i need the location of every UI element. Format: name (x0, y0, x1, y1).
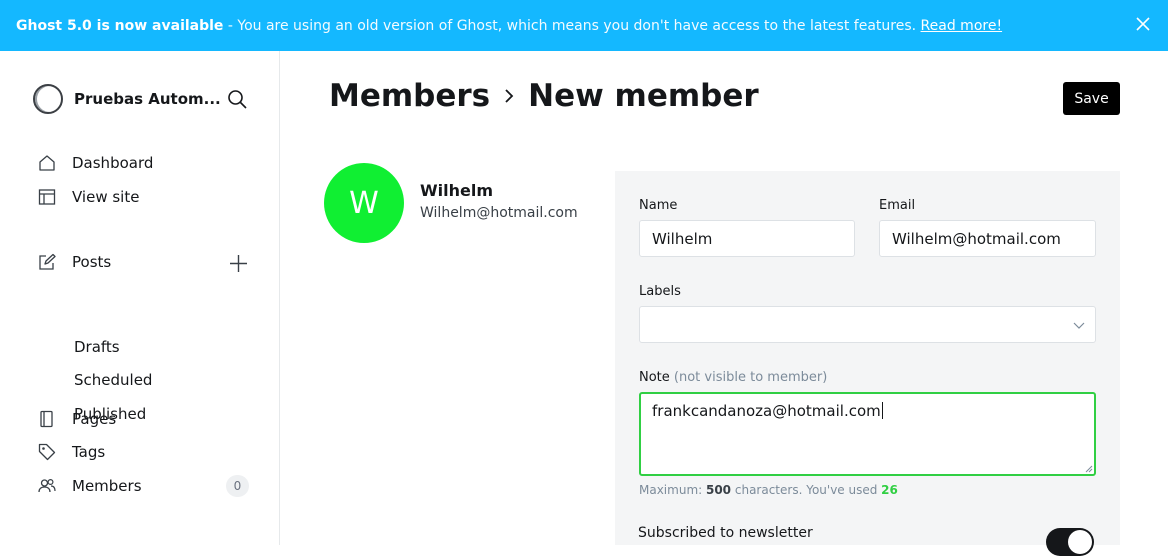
search-icon[interactable] (227, 89, 247, 109)
labels-select[interactable] (639, 306, 1096, 343)
sidebar-item-members[interactable]: Members (38, 474, 142, 498)
sidebar-item-tags[interactable]: Tags (38, 440, 105, 464)
members-icon (38, 478, 56, 493)
banner-message: - You are using an old version of Ghost,… (223, 17, 921, 34)
breadcrumb: Members New member (329, 78, 759, 114)
hint-used: 26 (881, 483, 898, 497)
save-button[interactable]: Save (1063, 82, 1120, 115)
sidebar-item-label: Dashboard (72, 154, 154, 172)
note-value: frankcandanoza@hotmail.com (652, 402, 881, 420)
close-icon[interactable] (1136, 17, 1150, 31)
name-label: Name (639, 198, 678, 213)
breadcrumb-members-link[interactable]: Members (329, 78, 490, 114)
banner-title: Ghost 5.0 is now available (16, 17, 224, 34)
sidebar-item-view-site[interactable]: View site (38, 185, 139, 209)
sidebar-item-drafts[interactable]: Drafts (74, 338, 120, 356)
sidebar: Pruebas Autom... Dashboard View site Pos… (0, 51, 280, 545)
toggle-knob (1068, 530, 1092, 554)
site-logo-icon (33, 84, 63, 114)
sidebar-item-pages[interactable]: Pages (38, 407, 116, 431)
note-label: Note (not visible to member) (639, 370, 827, 385)
hint-max: 500 (705, 483, 732, 497)
sidebar-item-label: Members (72, 477, 142, 495)
site-name: Pruebas Autom... (74, 90, 221, 108)
hint-prefix: Maximum: (639, 483, 706, 497)
update-banner: Ghost 5.0 is now available - You are usi… (0, 0, 1168, 51)
note-textarea[interactable]: frankcandanoza@hotmail.com (639, 392, 1096, 476)
member-name: Wilhelm (420, 181, 494, 200)
newsletter-label: Subscribed to newsletter (638, 525, 813, 541)
sidebar-item-label: Posts (72, 253, 112, 271)
note-label-hint: (not visible to member) (673, 370, 828, 385)
page-icon (40, 410, 53, 428)
tag-icon (38, 443, 56, 461)
members-count-badge: 0 (226, 475, 249, 497)
email-label: Email (879, 198, 916, 213)
sidebar-item-label: Tags (72, 443, 106, 461)
chevron-down-icon (1073, 322, 1085, 329)
note-char-count: Maximum: 500 characters. You've used 26 (639, 483, 898, 497)
resize-grip-icon[interactable] (1085, 465, 1093, 473)
newsletter-toggle[interactable] (1046, 528, 1094, 556)
page-title: New member (528, 78, 759, 114)
sidebar-item-scheduled[interactable]: Scheduled (74, 371, 152, 389)
layout-icon (38, 189, 56, 205)
note-label-text: Note (639, 370, 670, 385)
sidebar-item-label: Pages (72, 410, 117, 428)
chevron-right-icon (505, 89, 514, 103)
sidebar-item-posts[interactable]: Posts (38, 250, 111, 274)
member-email: Wilhelm@hotmail.com (420, 205, 578, 221)
edit-icon (39, 253, 56, 270)
hint-mid: characters. You've used (731, 483, 882, 497)
sidebar-item-dashboard[interactable]: Dashboard (38, 151, 153, 175)
banner-read-more-link[interactable]: Read more! (921, 18, 1003, 34)
labels-label: Labels (639, 284, 681, 299)
site-brand[interactable]: Pruebas Autom... (33, 84, 221, 114)
avatar: W (324, 163, 404, 243)
name-field[interactable]: Wilhelm (639, 220, 855, 257)
add-post-icon[interactable] (229, 254, 248, 273)
email-field[interactable]: Wilhelm@hotmail.com (879, 220, 1096, 257)
sidebar-item-label: View site (72, 188, 140, 206)
home-icon (39, 155, 55, 171)
text-caret (881, 402, 883, 419)
